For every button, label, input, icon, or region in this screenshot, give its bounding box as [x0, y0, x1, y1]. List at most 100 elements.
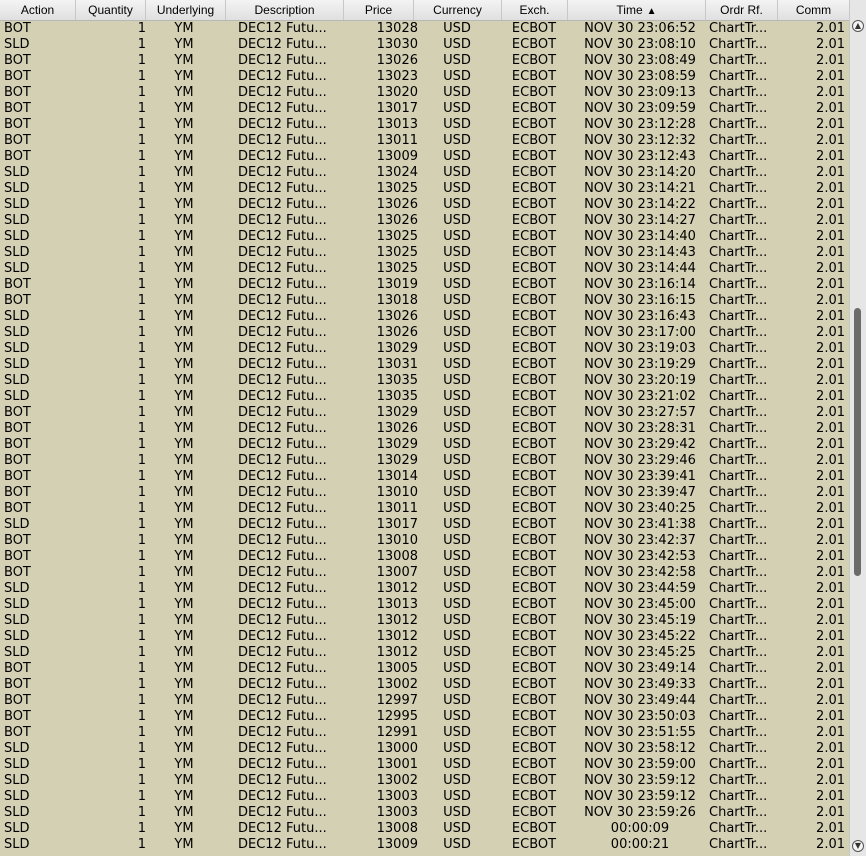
table-row[interactable]: BOT 1 YM DEC12 Futu... 12997 USD ECBOT NOV 30 2…: [0, 693, 849, 709]
cell-quantity: 1: [137, 789, 146, 804]
cell-time: NOV 30 23:14:40: [584, 229, 696, 244]
table-row[interactable]: SLD 1 YM DEC12 Futu... 13026 USD ECBOT NOV 30 2…: [0, 197, 849, 213]
table-row[interactable]: BOT 1 YM DEC12 Futu... 13026 USD ECBOT NOV 30 2…: [0, 421, 849, 437]
table-row[interactable]: BOT 1 YM DEC12 Futu... 13008 USD ECBOT NOV 30 2…: [0, 549, 849, 565]
table-row[interactable]: BOT 1 YM DEC12 Futu... 12995 USD ECBOT NOV 30 2…: [0, 709, 849, 725]
cell-underlying: YM: [174, 341, 194, 356]
header-description[interactable]: Description: [226, 0, 344, 20]
table-row[interactable]: BOT 1 YM DEC12 Futu... 13013 USD ECBOT NOV 30 2…: [0, 117, 849, 133]
table-row[interactable]: SLD 1 YM DEC12 Futu... 13012 USD ECBOT NOV 30 2…: [0, 645, 849, 661]
cell-action: SLD: [4, 229, 30, 244]
table-row[interactable]: SLD 1 YM DEC12 Futu... 13025 USD ECBOT NOV 30 2…: [0, 181, 849, 197]
table-row[interactable]: SLD 1 YM DEC12 Futu... 13012 USD ECBOT NOV 30 2…: [0, 629, 849, 645]
table-row[interactable]: SLD 1 YM DEC12 Futu... 13035 USD ECBOT NOV 30 2…: [0, 389, 849, 405]
table-row[interactable]: BOT 1 YM DEC12 Futu... 13007 USD ECBOT NOV 30 2…: [0, 565, 849, 581]
cell-quantity: 1: [137, 773, 146, 788]
cell-commission: 2.01: [816, 389, 845, 404]
cell-action: BOT: [4, 149, 31, 164]
header-order-ref[interactable]: Ordr Rf.: [706, 0, 778, 20]
table-row[interactable]: SLD 1 YM DEC12 Futu... 13024 USD ECBOT NOV 30 2…: [0, 165, 849, 181]
table-row[interactable]: SLD 1 YM DEC12 Futu... 13025 USD ECBOT NOV 30 2…: [0, 229, 849, 245]
table-row[interactable]: BOT 1 YM DEC12 Futu... 13028 USD ECBOT NOV 30 2…: [0, 21, 849, 37]
table-row[interactable]: BOT 1 YM DEC12 Futu... 13018 USD ECBOT NOV 30 2…: [0, 293, 849, 309]
cell-time: NOV 30 23:42:53: [584, 549, 696, 564]
table-row[interactable]: BOT 1 YM DEC12 Futu... 13011 USD ECBOT NOV 30 2…: [0, 133, 849, 149]
table-row[interactable]: SLD 1 YM DEC12 Futu... 13026 USD ECBOT NOV 30 2…: [0, 213, 849, 229]
cell-action: SLD: [4, 261, 30, 276]
cell-currency: USD: [443, 85, 471, 100]
table-row[interactable]: SLD 1 YM DEC12 Futu... 13012 USD ECBOT NOV 30 2…: [0, 581, 849, 597]
cell-description: DEC12 Futu...: [238, 245, 327, 260]
cell-currency: USD: [443, 149, 471, 164]
table-row[interactable]: BOT 1 YM DEC12 Futu... 13019 USD ECBOT NOV 30 2…: [0, 277, 849, 293]
table-row[interactable]: SLD 1 YM DEC12 Futu... 13035 USD ECBOT NOV 30 2…: [0, 373, 849, 389]
header-underlying[interactable]: Underlying: [146, 0, 226, 20]
header-currency[interactable]: Currency: [414, 0, 502, 20]
table-row[interactable]: BOT 1 YM DEC12 Futu... 13010 USD ECBOT NOV 30 2…: [0, 533, 849, 549]
cell-currency: USD: [443, 645, 471, 660]
table-row[interactable]: SLD 1 YM DEC12 Futu... 13008 USD ECBOT 00:00:09…: [0, 821, 849, 837]
header-action[interactable]: Action: [0, 0, 76, 20]
table-row[interactable]: SLD 1 YM DEC12 Futu... 13031 USD ECBOT NOV 30 2…: [0, 357, 849, 373]
header-exchange[interactable]: Exch.: [502, 0, 568, 20]
table-row[interactable]: SLD 1 YM DEC12 Futu... 13002 USD ECBOT NOV 30 2…: [0, 773, 849, 789]
header-price[interactable]: Price: [344, 0, 414, 20]
header-quantity[interactable]: Quantity: [76, 0, 146, 20]
table-row[interactable]: SLD 1 YM DEC12 Futu... 13025 USD ECBOT NOV 30 2…: [0, 245, 849, 261]
table-row[interactable]: BOT 1 YM DEC12 Futu... 13026 USD ECBOT NOV 30 2…: [0, 53, 849, 69]
table-row[interactable]: SLD 1 YM DEC12 Futu... 13001 USD ECBOT NOV 30 2…: [0, 757, 849, 773]
table-row[interactable]: SLD 1 YM DEC12 Futu... 13030 USD ECBOT NOV 30 2…: [0, 37, 849, 53]
table-row[interactable]: BOT 1 YM DEC12 Futu... 13010 USD ECBOT NOV 30 2…: [0, 485, 849, 501]
table-row[interactable]: SLD 1 YM DEC12 Futu... 13000 USD ECBOT NOV 30 2…: [0, 741, 849, 757]
table-row[interactable]: BOT 1 YM DEC12 Futu... 13023 USD ECBOT NOV 30 2…: [0, 69, 849, 85]
scrollbar-thumb[interactable]: [854, 308, 861, 576]
header-order-ref-label: Ordr Rf.: [720, 3, 763, 17]
cell-time: NOV 30 23:51:55: [584, 725, 696, 740]
cell-action: BOT: [4, 565, 31, 580]
table-row[interactable]: SLD 1 YM DEC12 Futu... 13029 USD ECBOT NOV 30 2…: [0, 341, 849, 357]
table-row[interactable]: BOT 1 YM DEC12 Futu... 13029 USD ECBOT NOV 30 2…: [0, 437, 849, 453]
cell-action: SLD: [4, 581, 30, 596]
table-row[interactable]: SLD 1 YM DEC12 Futu... 13026 USD ECBOT NOV 30 2…: [0, 325, 849, 341]
cell-price: 13023: [376, 69, 418, 84]
table-row[interactable]: BOT 1 YM DEC12 Futu... 13009 USD ECBOT NOV 30 2…: [0, 149, 849, 165]
cell-commission: 2.01: [816, 405, 845, 420]
cell-commission: 2.01: [816, 293, 845, 308]
cell-currency: USD: [443, 565, 471, 580]
cell-action: SLD: [4, 517, 30, 532]
table-row[interactable]: SLD 1 YM DEC12 Futu... 13009 USD ECBOT 00:00:21…: [0, 837, 849, 853]
cell-quantity: 1: [137, 821, 146, 836]
table-row[interactable]: BOT 1 YM DEC12 Futu... 13029 USD ECBOT NOV 30 2…: [0, 453, 849, 469]
vertical-scrollbar[interactable]: ▲ ▼: [849, 0, 866, 856]
cell-order-ref: ChartTr...: [709, 597, 768, 612]
table-row[interactable]: SLD 1 YM DEC12 Futu... 13012 USD ECBOT NOV 30 2…: [0, 613, 849, 629]
scroll-up-icon[interactable]: ▲: [852, 20, 864, 32]
table-row[interactable]: BOT 1 YM DEC12 Futu... 13020 USD ECBOT NOV 30 2…: [0, 85, 849, 101]
cell-currency: USD: [443, 229, 471, 244]
cell-order-ref: ChartTr...: [709, 37, 768, 52]
cell-action: SLD: [4, 341, 30, 356]
header-time[interactable]: Time ▲: [568, 0, 706, 20]
table-row[interactable]: SLD 1 YM DEC12 Futu... 13025 USD ECBOT NOV 30 2…: [0, 261, 849, 277]
cell-underlying: YM: [174, 661, 194, 676]
table-row[interactable]: SLD 1 YM DEC12 Futu... 13003 USD ECBOT NOV 30 2…: [0, 805, 849, 821]
table-row[interactable]: BOT 1 YM DEC12 Futu... 12991 USD ECBOT NOV 30 2…: [0, 725, 849, 741]
table-row[interactable]: BOT 1 YM DEC12 Futu... 13005 USD ECBOT NOV 30 2…: [0, 661, 849, 677]
scroll-down-icon[interactable]: ▼: [852, 840, 864, 852]
table-row[interactable]: BOT 1 YM DEC12 Futu... 13017 USD ECBOT NOV 30 2…: [0, 101, 849, 117]
cell-commission: 2.01: [816, 645, 845, 660]
header-commission[interactable]: Comm: [778, 0, 849, 20]
table-row[interactable]: SLD 1 YM DEC12 Futu... 13003 USD ECBOT NOV 30 2…: [0, 789, 849, 805]
table-row[interactable]: BOT 1 YM DEC12 Futu... 13011 USD ECBOT NOV 30 2…: [0, 501, 849, 517]
table-row[interactable]: SLD 1 YM DEC12 Futu... 13013 USD ECBOT NOV 30 2…: [0, 597, 849, 613]
cell-underlying: YM: [174, 373, 194, 388]
table-row[interactable]: BOT 1 YM DEC12 Futu... 13029 USD ECBOT NOV 30 2…: [0, 405, 849, 421]
cell-quantity: 1: [137, 469, 146, 484]
cell-currency: USD: [443, 805, 471, 820]
cell-currency: USD: [443, 165, 471, 180]
table-row[interactable]: BOT 1 YM DEC12 Futu... 13002 USD ECBOT NOV 30 2…: [0, 677, 849, 693]
table-row[interactable]: SLD 1 YM DEC12 Futu... 13017 USD ECBOT NOV 30 2…: [0, 517, 849, 533]
table-row[interactable]: SLD 1 YM DEC12 Futu... 13026 USD ECBOT NOV 30 2…: [0, 309, 849, 325]
cell-description: DEC12 Futu...: [238, 101, 327, 116]
table-row[interactable]: BOT 1 YM DEC12 Futu... 13014 USD ECBOT NOV 30 2…: [0, 469, 849, 485]
